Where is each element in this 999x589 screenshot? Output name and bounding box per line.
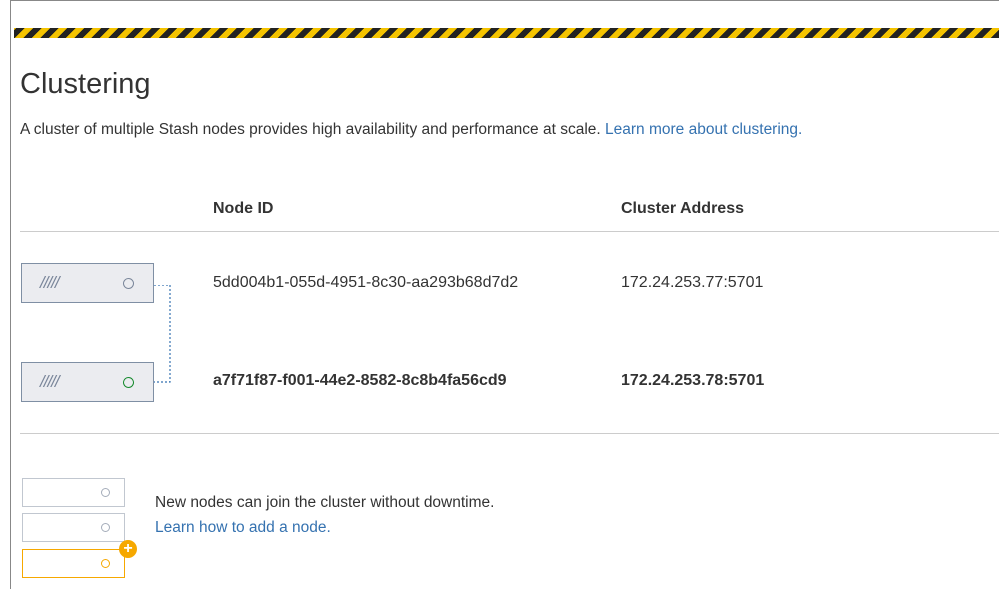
column-header-cluster-address: Cluster Address — [621, 200, 744, 217]
learn-how-add-node-link[interactable]: Learn how to add a node. — [155, 519, 331, 537]
plus-icon: + — [119, 540, 137, 558]
node-status-dot-icon — [123, 278, 134, 289]
stacked-node-icon — [22, 478, 125, 507]
node-id-cell-current: a7f71f87-f001-44e2-8582-8c8b4fa56cd9 — [213, 372, 507, 389]
node-hatch-icon: ///// — [40, 273, 60, 292]
cluster-link-connector — [154, 285, 171, 383]
intro-text: A cluster of multiple Stash nodes provid… — [20, 121, 601, 138]
node-id-cell: 5dd004b1-055d-4951-8c30-aa293b68d7d2 — [213, 274, 519, 291]
server-node-icon: ///// — [21, 263, 154, 303]
node-status-active-dot-icon — [123, 377, 134, 388]
learn-more-clustering-link[interactable]: Learn more about clustering. — [605, 121, 802, 138]
add-node-description: New nodes can join the cluster without d… — [155, 494, 495, 511]
cluster-address-cell: 172.24.253.77:5701 — [621, 274, 764, 291]
table-footer-divider — [20, 433, 999, 434]
new-node-icon — [22, 549, 125, 578]
page-title: Clustering — [20, 68, 151, 100]
server-node-icon: ///// — [21, 362, 154, 402]
column-header-node-id: Node ID — [213, 200, 274, 217]
cluster-address-cell-current: 172.24.253.78:5701 — [621, 372, 765, 389]
hazard-stripe-banner — [14, 28, 999, 38]
stacked-node-icon — [22, 513, 125, 542]
node-hatch-icon: ///// — [40, 372, 60, 391]
stacked-node-dot-icon — [101, 523, 110, 532]
new-node-dot-icon — [101, 559, 110, 568]
intro-paragraph: A cluster of multiple Stash nodes provid… — [20, 121, 802, 139]
stacked-node-dot-icon — [101, 488, 110, 497]
table-header-divider — [20, 231, 999, 232]
